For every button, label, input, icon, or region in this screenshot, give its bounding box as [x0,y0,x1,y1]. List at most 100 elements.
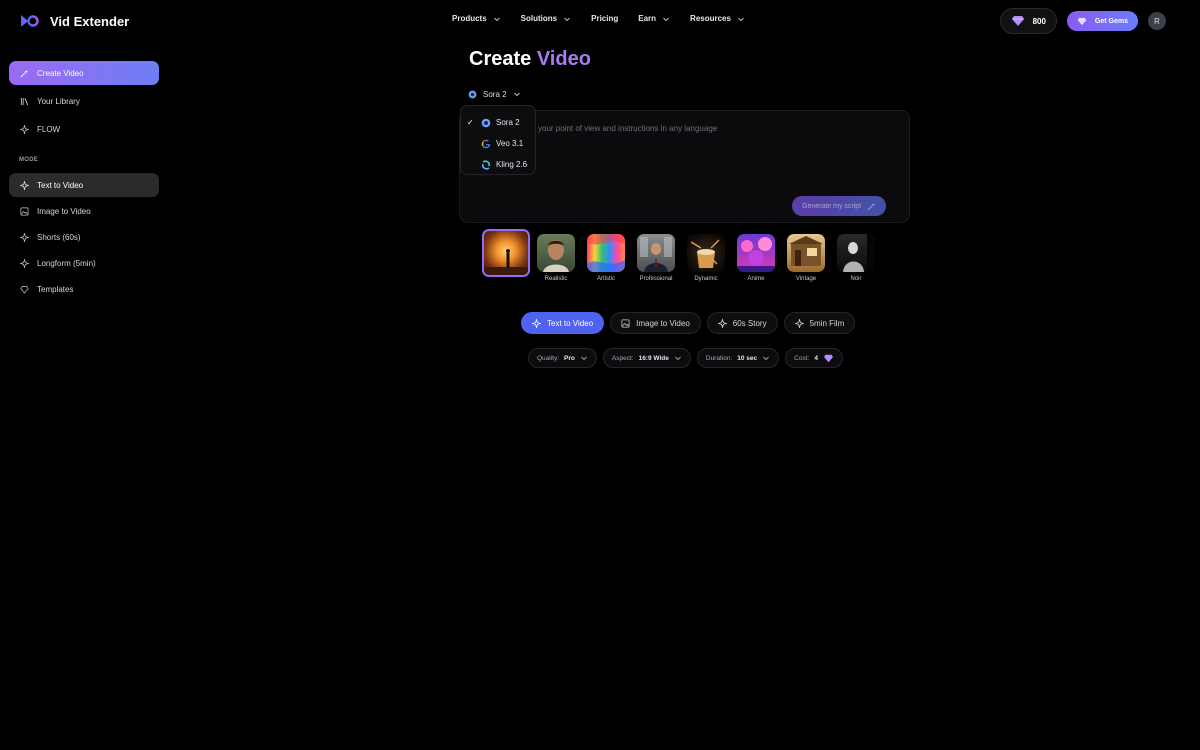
get-gems-label: Get Gems [1094,17,1128,25]
sparkle-icon [20,232,29,242]
sidebar-item-templates[interactable]: Templates [9,277,159,301]
sidebar-item-create-video[interactable]: Create Video [9,61,159,85]
sidebar-item-label: Image to Video [37,206,91,216]
kling-logo-icon [482,159,490,170]
header-actions: 800 Get Gems R [999,8,1166,34]
model-option-kling[interactable]: Kling 2.6 [461,154,535,175]
cost-display: Cost: 4 [785,348,843,368]
sidebar-item-label: Longform (5min) [37,258,96,268]
mode-pill-label: 60s Story [732,318,767,328]
sparkle-icon [532,318,541,328]
cost-label: Cost: [794,354,810,362]
quality-value: Pro [564,354,575,362]
model-option-sora[interactable]: ✓ Sora 2 [461,112,535,133]
nav-pricing-label: Pricing [591,14,619,23]
avatar[interactable]: R [1148,12,1166,30]
style-presets: Cinematic Realistic Artistic Professiona… [482,229,875,282]
model-select[interactable]: Sora 2 [462,85,527,103]
nav-products-label: Products [452,14,487,23]
sidebar-item-label: Templates [37,284,74,294]
brand[interactable]: Vid Extender [18,12,129,30]
nav-resources[interactable]: Resources [690,14,745,23]
style-card-cinematic[interactable]: Cinematic [482,229,530,282]
style-thumbnail-noir [837,234,875,272]
style-thumbnail-dynamic [687,234,725,272]
model-option-label: Veo 3.1 [496,139,524,148]
style-name: Professional [639,276,673,282]
sparkle-icon [794,318,804,328]
nav-pricing[interactable]: Pricing [591,14,618,23]
library-icon [20,97,29,105]
page-title-accent: Video [536,48,591,70]
sidebar-item-flow[interactable]: FLOW [9,117,159,141]
style-card-dynamic[interactable]: Dynamic [687,234,725,282]
chevron-down-icon [763,356,769,361]
style-name: Anime [747,276,765,282]
nav-earn-label: Earn [638,14,657,23]
chevron-down-icon [493,17,500,21]
page-title: Create Video [469,48,591,71]
mode-pill-5min-film[interactable]: 5min Film [783,312,856,334]
sora-logo-icon [481,118,491,127]
sparkle-icon [20,124,29,134]
quality-select[interactable]: Quality: Pro [528,348,597,368]
nav-products[interactable]: Products [452,14,501,23]
nav-earn[interactable]: Earn [638,14,670,23]
sidebar-item-longform[interactable]: Longform (5min) [9,251,159,275]
nav-solutions-label: Solutions [520,14,558,23]
duration-label: Duration: [705,354,733,362]
sidebar-item-shorts[interactable]: Shorts (60s) [9,225,159,249]
chevron-down-icon [513,92,520,97]
generation-options: Quality: Pro Aspect: 16:9 Wide Duration:… [528,348,843,368]
aspect-select[interactable]: Aspect: 16:9 Wide [602,348,691,368]
sidebar-item-label: Create Video [37,68,84,78]
style-name: Realistic [544,276,568,282]
check-icon: ✓ [467,118,474,127]
quality-label: Quality: [537,354,560,362]
mode-pill-label: Text to Video [547,318,594,328]
sidebar-item-label: FLOW [37,124,61,134]
sidebar-item-library[interactable]: Your Library [9,89,159,113]
image-icon [20,207,29,215]
sidebar: Create Video Your Library FLOW MODE Text… [9,61,159,303]
sidebar-item-text-to-video[interactable]: Text to Video [9,173,159,197]
model-option-label: Kling 2.6 [496,160,528,169]
mode-tabs: Text to Video Image to Video 60s Story 5… [521,312,856,334]
style-card-noir[interactable]: Noir [837,234,875,282]
model-option-veo[interactable]: Veo 3.1 [461,133,535,154]
get-gems-button[interactable]: Get Gems [1066,11,1138,31]
style-card-vintage[interactable]: Vintage [787,234,825,282]
chevron-down-icon [663,17,669,21]
style-thumbnail-artistic [587,234,625,272]
brand-name: Vid Extender [50,13,130,29]
image-icon [621,319,630,327]
nav-solutions[interactable]: Solutions [521,14,571,23]
mode-pill-text-to-video[interactable]: Text to Video [521,312,605,334]
gem-icon [1011,16,1024,26]
style-thumbnail-realistic [537,234,575,272]
gems-balance[interactable]: 800 [999,8,1057,34]
style-name: Artistic [597,276,615,282]
top-nav: Products Solutions Pricing Earn Resource… [452,14,765,23]
sidebar-item-image-to-video[interactable]: Image to Video [9,199,159,223]
chevron-down-icon [675,356,681,361]
sidebar-item-label: Text to Video [37,180,84,190]
style-name: Noir [850,276,862,282]
chevron-down-icon [738,17,744,21]
sidebar-item-label: Shorts (60s) [37,232,81,242]
style-card-realistic[interactable]: Realistic [537,234,575,282]
style-thumbnail-vintage [787,234,825,272]
style-card-artistic[interactable]: Artistic [587,234,625,282]
nav-resources-label: Resources [690,14,731,23]
gems-count: 800 [1032,16,1046,26]
aspect-value: 16:9 Wide [638,354,669,362]
mode-list: Text to Video Image to Video Shorts (60s… [9,173,159,301]
mode-pill-image-to-video[interactable]: Image to Video [610,312,701,334]
style-card-anime[interactable]: Anime [737,234,775,282]
generate-script-button[interactable]: Generate my script [792,196,887,216]
mode-pill-60s-story[interactable]: 60s Story [706,312,778,334]
duration-select[interactable]: Duration: 10 sec [696,348,780,368]
style-card-professional[interactable]: Professional [637,234,675,282]
avatar-initial: R [1154,16,1160,26]
style-thumbnail-anime [737,234,775,272]
